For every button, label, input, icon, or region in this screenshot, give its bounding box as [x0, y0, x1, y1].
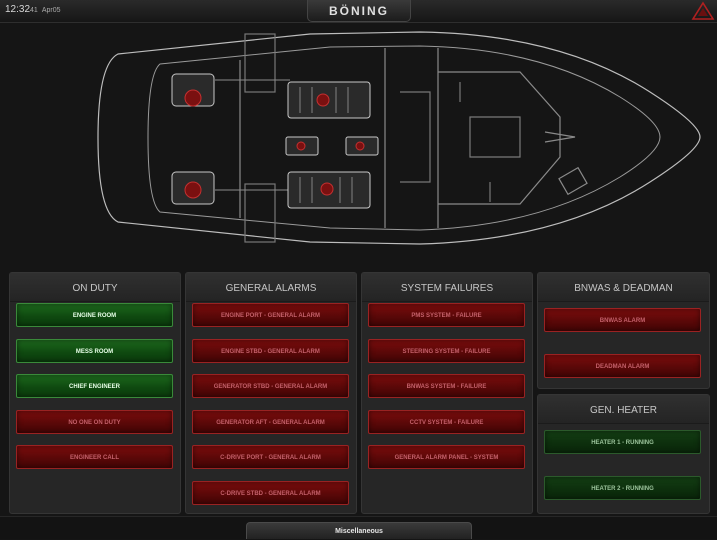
c-drive-port-alarm-button[interactable]: C-DRIVE PORT - GENERAL ALARM: [192, 445, 349, 469]
generator-stbd-alarm-button[interactable]: GENERATOR STBD - GENERAL ALARM: [192, 374, 349, 398]
heater-1-button[interactable]: HEATER 1 - RUNNING: [544, 430, 701, 454]
engine-port-alarm-button[interactable]: ENGINE PORT - GENERAL ALARM: [192, 303, 349, 327]
brand-logo: BÖNING: [307, 0, 411, 22]
clock-time: 12:32: [5, 4, 31, 15]
steering-system-failure-button[interactable]: STEERING SYSTEM - FAILURE: [368, 339, 525, 363]
top-bar: 12:3241 Apr05 BÖNING: [0, 0, 717, 23]
c-drive-stbd: [171, 171, 215, 205]
panel-general-alarms: GENERAL ALARMS ENGINE PORT - GENERAL ALA…: [185, 272, 357, 514]
ship-layout-diagram: [0, 22, 717, 267]
engineer-call-button[interactable]: ENGINEER CALL: [16, 445, 173, 469]
panel-title: GEN. HEATER: [538, 395, 709, 424]
pms-system-failure-button[interactable]: PMS SYSTEM - FAILURE: [368, 303, 525, 327]
deadman-alarm-button[interactable]: DEADMAN ALARM: [544, 354, 701, 378]
engine-stbd-alarm-button[interactable]: ENGINE STBD - GENERAL ALARM: [192, 339, 349, 363]
panel-title: GENERAL ALARMS: [186, 273, 356, 302]
general-alarm-panel-button[interactable]: GENERAL ALARM PANEL - SYSTEM: [368, 445, 525, 469]
ship-hull-drawing: [97, 31, 701, 245]
cctv-system-failure-button[interactable]: CCTV SYSTEM - FAILURE: [368, 410, 525, 434]
bnwas-system-failure-button[interactable]: BNWAS SYSTEM - FAILURE: [368, 374, 525, 398]
clock-date: Apr05: [41, 7, 61, 14]
panel-system-failures: SYSTEM FAILURES PMS SYSTEM - FAILURE STE…: [361, 272, 533, 514]
panel-title: ON DUTY: [10, 273, 180, 302]
warning-triangle-icon[interactable]: [691, 1, 715, 21]
heater-2-button[interactable]: HEATER 2 - RUNNING: [544, 476, 701, 500]
no-one-on-duty-button[interactable]: NO ONE ON DUTY: [16, 410, 173, 434]
panel-gen-heater: GEN. HEATER HEATER 1 - RUNNING HEATER 2 …: [537, 394, 710, 514]
bnwas-alarm-button[interactable]: BNWAS ALARM: [544, 308, 701, 332]
c-drive-stbd-alarm-button[interactable]: C-DRIVE STBD - GENERAL ALARM: [192, 481, 349, 505]
generator-aft-alarm-button[interactable]: GENERATOR AFT - GENERAL ALARM: [192, 410, 349, 434]
engine-room-button[interactable]: ENGINE ROOM: [16, 303, 173, 327]
chief-engineer-button[interactable]: CHIEF ENGINEER: [16, 374, 173, 398]
miscellaneous-tab[interactable]: Miscellaneous: [246, 522, 472, 539]
panel-on-duty: ON DUTY ENGINE ROOM MESS ROOM CHIEF ENGI…: [9, 272, 181, 514]
clock-seconds: 41: [30, 7, 38, 14]
panel-title: SYSTEM FAILURES: [362, 273, 532, 302]
mess-room-button[interactable]: MESS ROOM: [16, 339, 173, 363]
panel-bnwas-deadman: BNWAS & DEADMAN BNWAS ALARM DEADMAN ALAR…: [537, 272, 710, 389]
c-drive-port: [171, 73, 215, 107]
clock: 12:3241 Apr05: [5, 4, 61, 15]
panel-title: BNWAS & DEADMAN: [538, 273, 709, 302]
